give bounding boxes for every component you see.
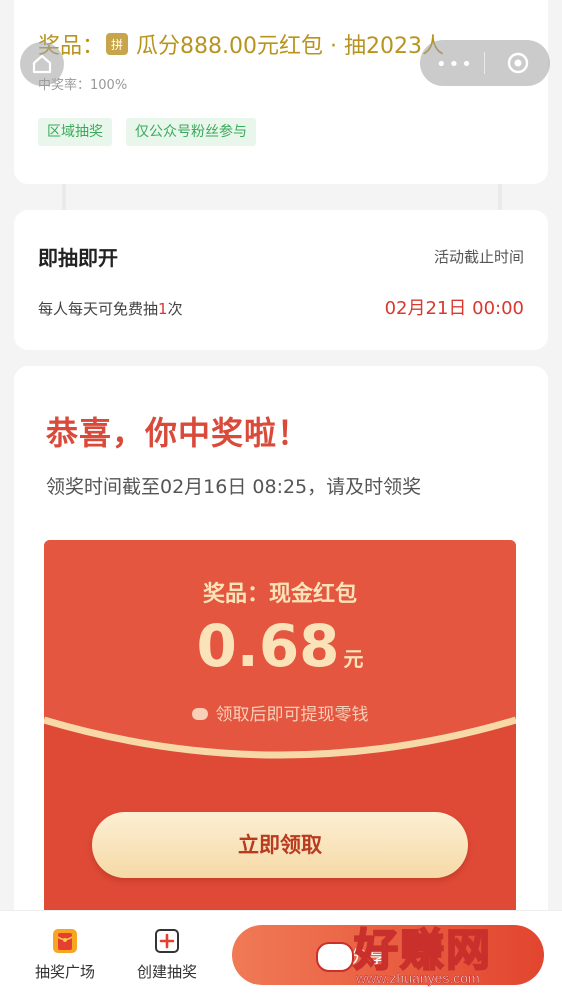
draw-type-title: 即抽即开 (38, 246, 118, 270)
envelope-prize-label: 奖品：现金红包 (202, 582, 357, 607)
nav-label: 抽奖广场 (34, 963, 95, 981)
card-connector (498, 184, 502, 210)
draw-rule: 每人每天可免费抽1次 (38, 298, 183, 319)
congrats-title: 恭喜，你中奖啦！ (46, 414, 311, 452)
deadline-value: 02月21日 00:00 (384, 298, 524, 319)
prize-amount: 0.68 元 (44, 612, 516, 680)
draw-info-card: 即抽即开 活动截止时间 每人每天可免费抽1次 02月21日 00:00 (14, 210, 548, 350)
red-envelope-icon (53, 929, 77, 953)
deadline-label: 活动截止时间 (433, 248, 524, 266)
mini-program-capsule: ••• (420, 40, 550, 86)
wechat-pay-icon (191, 708, 208, 720)
nav-lottery-plaza[interactable]: 抽奖广场 (20, 927, 110, 982)
home-button[interactable] (20, 42, 64, 86)
capsule-divider (484, 52, 485, 74)
target-icon[interactable] (506, 51, 530, 75)
claim-now-button[interactable]: 立即领取 (92, 812, 468, 878)
bottom-nav: 抽奖广场 创建抽奖 分享 (0, 910, 562, 1000)
prize-text: 瓜分888.00元红包 · 抽2023人 (136, 34, 444, 59)
prize-title: 奖品： 拼 瓜分888.00元红包 · 抽2023人 (38, 28, 444, 60)
rule-prefix: 每人每天可免费抽 (38, 300, 159, 318)
red-envelope: 奖品：现金红包 0.68 元 领取后即可提现零钱 立即领取 (44, 540, 516, 930)
rule-suffix: 次 (167, 300, 183, 318)
tag-fans-only: 仅公众号粉丝参与 (126, 118, 256, 146)
result-card: 恭喜，你中奖啦！ 领奖时间截至02月16日 08:25，请及时领奖 奖品：现金红… (14, 366, 548, 930)
tag-region-draw: 区域抽奖 (38, 118, 112, 146)
amount-value: 0.68 (196, 612, 340, 680)
claim-deadline: 领奖时间截至02月16日 08:25，请及时领奖 (46, 476, 422, 498)
plus-square-icon (155, 929, 179, 953)
amount-unit: 元 (343, 647, 364, 671)
withdraw-note-text: 领取后即可提现零钱 (215, 705, 369, 725)
nav-create-lottery[interactable]: 创建抽奖 (122, 927, 212, 982)
share-cta-label: 分享 (350, 947, 386, 968)
home-icon (32, 54, 52, 74)
prize-summary-card: 奖品： 拼 瓜分888.00元红包 · 抽2023人 中奖率：100% 区域抽奖… (14, 0, 548, 184)
pin-badge: 拼 (106, 33, 129, 55)
more-dots-icon[interactable]: ••• (436, 54, 474, 75)
nav-label: 创建抽奖 (136, 963, 197, 981)
withdraw-note: 领取后即可提现零钱 (44, 700, 516, 725)
card-connector (62, 184, 66, 210)
rule-count: 1 (158, 300, 168, 318)
share-cta-button[interactable]: 分享 (232, 925, 544, 985)
